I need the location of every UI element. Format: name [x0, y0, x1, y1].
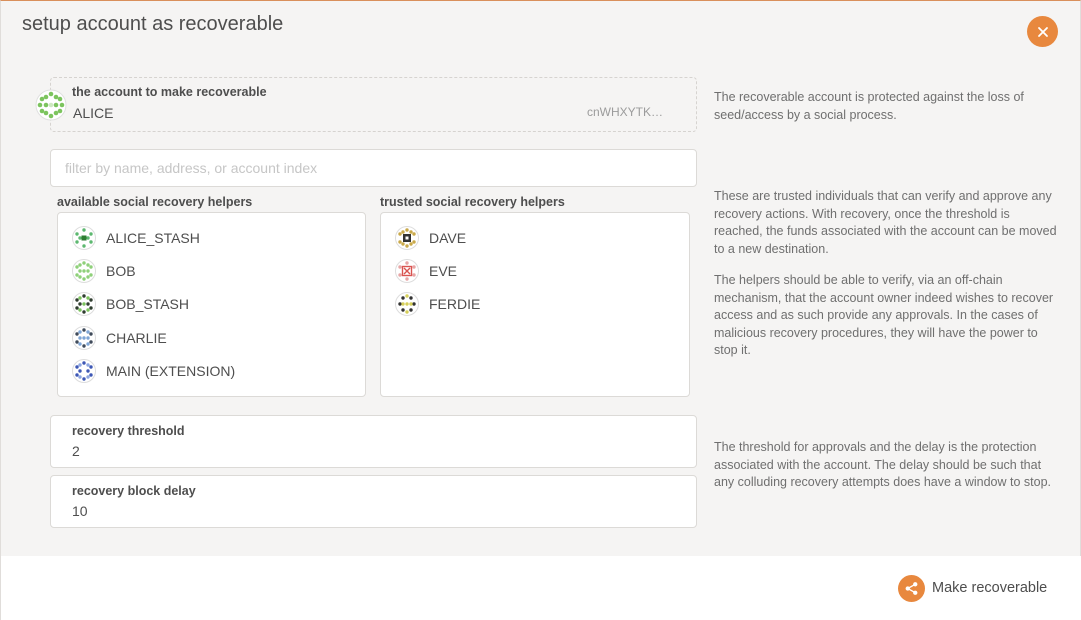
list-item[interactable]: EVE [395, 259, 457, 283]
identicon-icon [72, 292, 96, 316]
delay-label: recovery block delay [72, 484, 196, 498]
identicon-icon [72, 226, 96, 250]
threshold-value[interactable]: 2 [72, 443, 80, 459]
list-item[interactable]: MAIN (EXTENSION) [72, 359, 235, 383]
share-icon [898, 574, 925, 602]
helper-filter-input[interactable] [50, 149, 697, 187]
helper-name: MAIN (EXTENSION) [106, 363, 236, 379]
identicon-icon [72, 326, 96, 350]
trusted-helpers-label: trusted social recovery helpers [380, 195, 565, 209]
recovery-delay-field[interactable]: recovery block delay 10 [50, 475, 697, 528]
account-label: the account to make recoverable [72, 85, 267, 99]
helper-name: BOB [106, 263, 136, 279]
account-help-text: The recoverable account is protected aga… [714, 90, 1024, 122]
helper-name: BOB_STASH [106, 296, 189, 312]
available-helpers-label: available social recovery helpers [57, 195, 253, 209]
helpers-help-text-1: These are trusted individuals that can v… [714, 189, 1057, 256]
list-item[interactable]: DAVE [395, 226, 466, 250]
make-recoverable-label: Make recoverable [932, 580, 1048, 596]
helper-name: CHARLIE [106, 330, 167, 346]
modal-title: setup account as recoverable [22, 13, 284, 35]
helper-name: FERDIE [429, 296, 481, 312]
identicon-icon [72, 259, 96, 283]
threshold-label: recovery threshold [72, 424, 185, 438]
identicon-icon [72, 359, 96, 383]
trusted-helpers-list: DAVE EVE FERDIE [380, 212, 690, 397]
list-item[interactable]: BOB [72, 259, 136, 283]
make-recoverable-button[interactable]: Make recoverable [898, 574, 1047, 602]
helper-name: EVE [429, 263, 458, 279]
list-item[interactable]: BOB_STASH [72, 292, 189, 316]
helper-name: ALICE_STASH [106, 230, 200, 246]
helpers-help-text-2: The helpers should be able to verify, vi… [714, 273, 1054, 357]
identicon-icon [395, 226, 419, 250]
identicon-icon [395, 259, 419, 283]
list-item[interactable]: ALICE_STASH [72, 226, 200, 250]
identicon-icon [395, 292, 419, 316]
account-address: cnWHXYTK… [587, 105, 664, 119]
list-item[interactable]: CHARLIE [72, 326, 167, 350]
close-icon [1037, 26, 1048, 37]
account-name: ALICE [73, 105, 114, 121]
threshold-help-text: The threshold for approvals and the dela… [714, 440, 1051, 489]
delay-value[interactable]: 10 [72, 503, 88, 519]
recovery-modal: setup account as recoverable the account… [0, 0, 1081, 620]
close-button[interactable] [1027, 16, 1058, 47]
alice-identicon [35, 89, 67, 121]
helper-name: DAVE [429, 230, 467, 246]
list-item[interactable]: FERDIE [395, 292, 480, 316]
available-helpers-list: ALICE_STASH BOB BOB_STASH CHARLIE MAIN (… [57, 212, 366, 397]
recovery-threshold-field[interactable]: recovery threshold 2 [50, 415, 697, 468]
